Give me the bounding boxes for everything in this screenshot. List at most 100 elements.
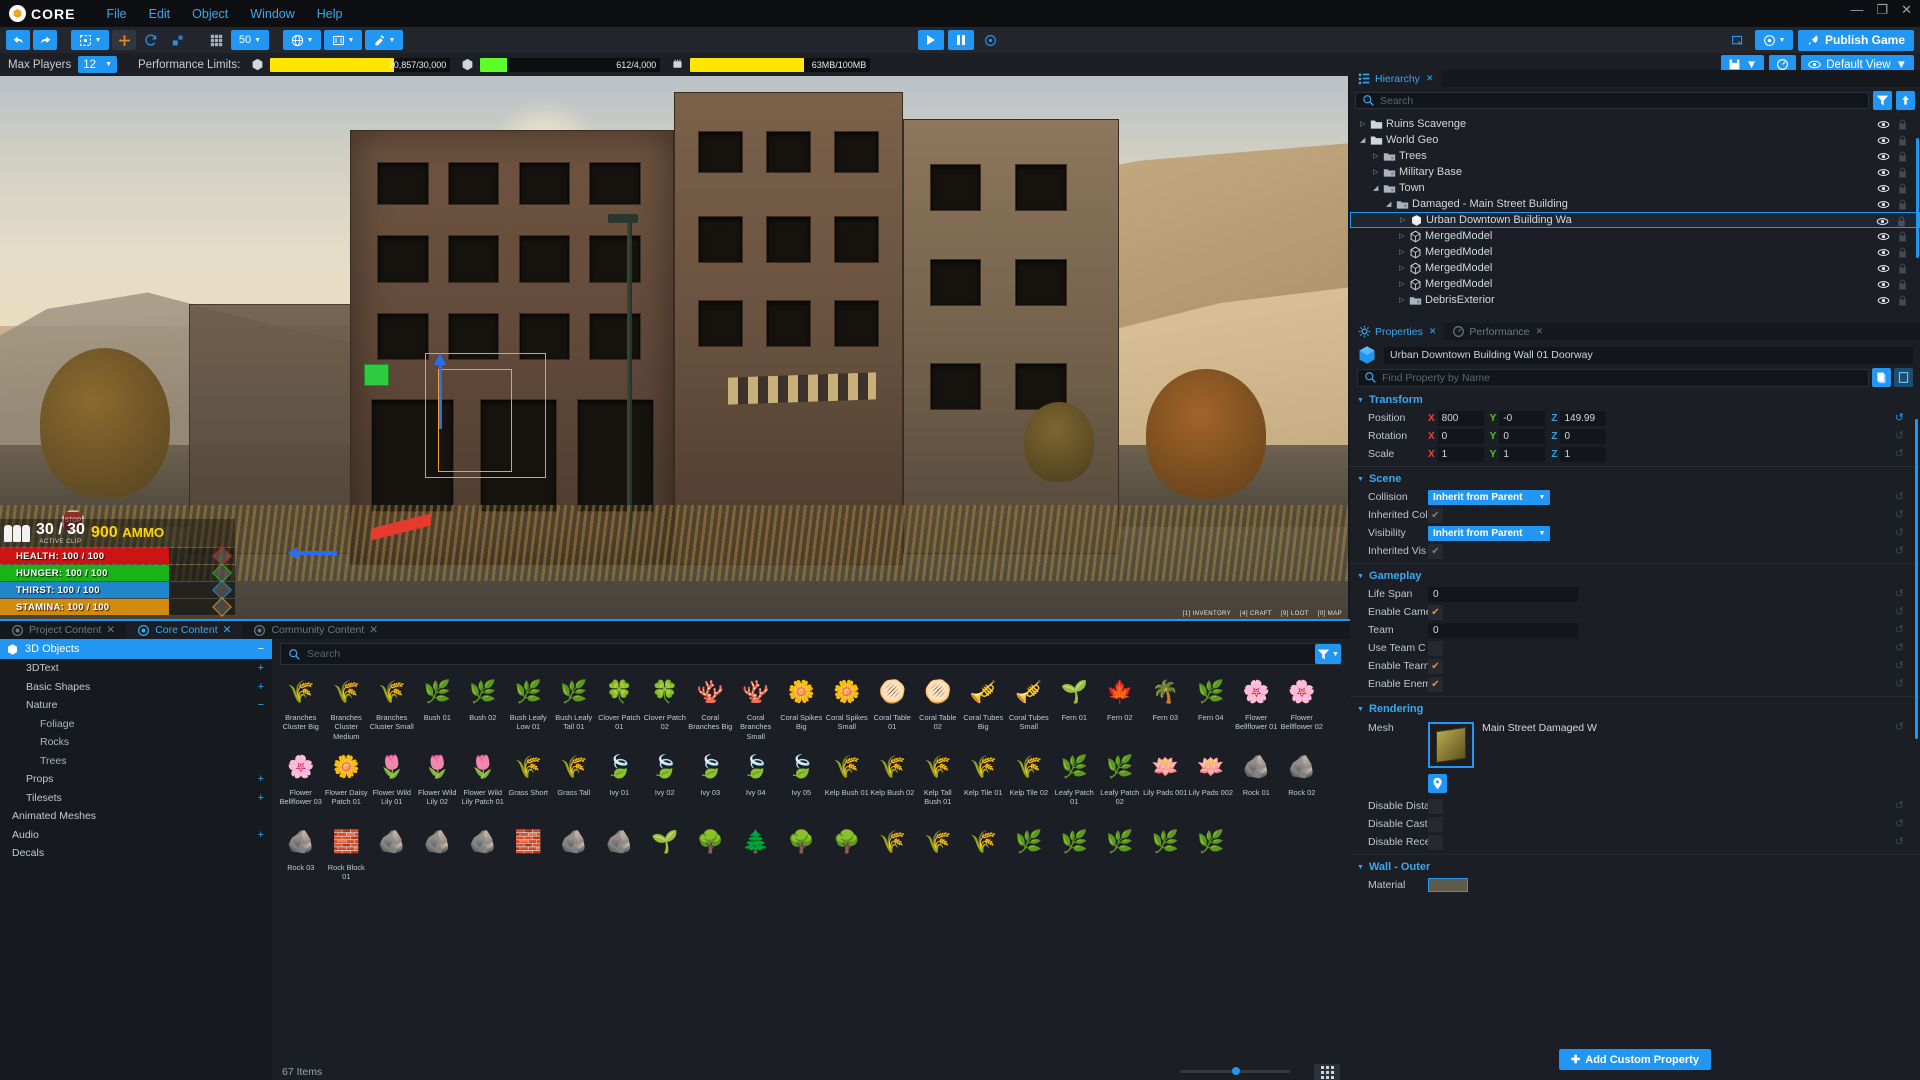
close-icon[interactable]: ✕: [1426, 73, 1434, 84]
close-icon[interactable]: ✕: [1536, 326, 1544, 337]
world-space-button[interactable]: ▼: [283, 30, 321, 50]
enable-came-checkbox[interactable]: ✔: [1428, 604, 1443, 620]
hierarchy-row[interactable]: ▷ MergedModel: [1350, 244, 1920, 260]
asset-tile[interactable]: 🌾 Branches Cluster Big: [278, 669, 324, 744]
main-street-building[interactable]: [350, 130, 674, 565]
reset-icon[interactable]: ↺: [1895, 526, 1904, 539]
chevron-down-icon[interactable]: ◢: [1360, 136, 1369, 144]
copy-icon[interactable]: [1872, 368, 1891, 387]
asset-tile[interactable]: 🌾 Grass Short: [506, 744, 552, 819]
chevron-down-icon[interactable]: ◢: [1373, 184, 1382, 192]
asset-tile[interactable]: 🌾 Kelp Bush 01: [824, 744, 870, 819]
chevron-right-icon[interactable]: ▷: [1399, 280, 1408, 288]
rotation-x-field[interactable]: 0: [1437, 428, 1484, 444]
chevron-right-icon[interactable]: ▷: [1399, 296, 1408, 304]
disable-cast-checkbox[interactable]: [1428, 816, 1443, 832]
sort-upload-icon[interactable]: [1896, 91, 1915, 110]
expand-icon[interactable]: +: [258, 829, 264, 841]
asset-tile[interactable]: 🌾 Branches Cluster Medium: [324, 669, 370, 744]
chevron-right-icon[interactable]: ▷: [1399, 264, 1408, 272]
reset-icon[interactable]: ↺: [1895, 835, 1904, 848]
asset-tile[interactable]: 🪸 Coral Branches Small: [733, 669, 779, 744]
gizmo-axis-z[interactable]: [434, 352, 447, 429]
grid-view-icon[interactable]: [1314, 1064, 1340, 1080]
asset-tile[interactable]: 🪨 Rock 01: [1234, 744, 1280, 819]
category-rocks[interactable]: Rocks: [0, 733, 272, 752]
rotation-y-field[interactable]: 0: [1499, 428, 1546, 444]
category-3dtext[interactable]: 3DText +: [0, 659, 272, 678]
select-mode-button[interactable]: ▼: [71, 30, 109, 50]
asset-tile[interactable]: 🌾: [915, 819, 961, 894]
reset-icon[interactable]: ↺: [1895, 544, 1904, 557]
asset-tile[interactable]: 🍁 Fern 02: [1097, 669, 1143, 744]
mesh-thumbnail[interactable]: [1428, 722, 1474, 768]
paste-icon[interactable]: [1894, 368, 1913, 387]
asset-tile[interactable]: 🍃 Ivy 02: [642, 744, 688, 819]
redo-button[interactable]: [33, 30, 57, 50]
asset-tile[interactable]: 🪨: [369, 819, 415, 894]
hierarchy-search-input[interactable]: Search: [1355, 92, 1869, 109]
asset-tile[interactable]: 🌼 Coral Spikes Small: [824, 669, 870, 744]
scale-y-field[interactable]: 1: [1499, 446, 1546, 462]
asset-tile[interactable]: 🌿: [1052, 819, 1098, 894]
hierarchy-row[interactable]: ▷ Urban Downtown Building Wa: [1350, 212, 1920, 228]
deploy-button[interactable]: ▼: [1754, 30, 1793, 50]
pause-button[interactable]: [948, 30, 974, 50]
asset-tile[interactable]: 🌴 Fern 03: [1143, 669, 1189, 744]
section-wall-outer[interactable]: ▼ Wall - Outer: [1350, 858, 1920, 876]
section-scene[interactable]: ▼ Scene: [1350, 470, 1920, 488]
material-swatch[interactable]: [1428, 878, 1468, 892]
inherited-col-checkbox[interactable]: ✔: [1428, 507, 1443, 523]
category-foliage[interactable]: Foliage: [0, 715, 272, 734]
locate-icon[interactable]: [1428, 774, 1447, 793]
category-decals[interactable]: Decals: [0, 844, 272, 863]
filter-icon[interactable]: [1873, 91, 1892, 110]
undo-button[interactable]: [6, 30, 30, 50]
asset-tile[interactable]: 🍃 Ivy 03: [688, 744, 734, 819]
object-name-field[interactable]: Urban Downtown Building Wall 01 Doorway: [1384, 346, 1913, 364]
hierarchy-row[interactable]: ▷ Ruins Scavenge: [1350, 116, 1920, 132]
asset-tile[interactable]: 🪨: [415, 819, 461, 894]
reset-icon[interactable]: ↺: [1895, 677, 1904, 690]
tab-core-content[interactable]: Core Content ✕: [126, 621, 243, 639]
grid-size-select[interactable]: 50 ▼: [231, 30, 269, 50]
asset-tile[interactable]: 🌳: [779, 819, 825, 894]
scale-tool-button[interactable]: [166, 30, 190, 50]
move-tool-button[interactable]: [112, 30, 136, 50]
asset-search-input[interactable]: Search: [280, 643, 1342, 665]
chevron-down-icon[interactable]: ◢: [1386, 200, 1395, 208]
close-icon[interactable]: ✕: [1429, 326, 1437, 337]
asset-tile[interactable]: 🌳: [824, 819, 870, 894]
asset-tile[interactable]: 🍀 Clover Patch 02: [642, 669, 688, 744]
asset-tile[interactable]: 🌿: [1097, 819, 1143, 894]
asset-tile[interactable]: 🧱 Rock Block 01: [324, 819, 370, 894]
asset-tile[interactable]: 🪨: [551, 819, 597, 894]
asset-tile[interactable]: 🪨 Rock 02: [1279, 744, 1325, 819]
properties-scrollbar[interactable]: [1915, 419, 1918, 739]
close-icon[interactable]: ✕: [223, 624, 232, 636]
asset-tile[interactable]: 🌼 Flower Daisy Patch 01: [324, 744, 370, 819]
reset-icon[interactable]: ↺: [1895, 411, 1904, 424]
asset-tile[interactable]: 🌳: [688, 819, 734, 894]
asset-tile[interactable]: 🌾 Kelp Tile 01: [961, 744, 1007, 819]
publish-game-button[interactable]: Publish Game: [1797, 29, 1914, 51]
hierarchy-row[interactable]: ◢ Damaged - Main Street Building: [1350, 196, 1920, 212]
asset-tile[interactable]: 🌿 Fern 04: [1188, 669, 1234, 744]
asset-tile[interactable]: 🌷 Flower Wild Lily 02: [415, 744, 461, 819]
asset-tile[interactable]: 🌲: [733, 819, 779, 894]
asset-tile[interactable]: 🌾: [870, 819, 916, 894]
chevron-right-icon[interactable]: ▷: [1373, 152, 1382, 160]
3d-viewport[interactable]: STOP 30 / 30 ACTIVE CLIP 900 AMMO HEALTH…: [0, 76, 1348, 619]
tab-properties[interactable]: Properties ✕: [1350, 323, 1445, 340]
screenshot-icon[interactable]: [1726, 30, 1750, 50]
asset-tile[interactable]: 🌿 Bush Leafy Tall 01: [551, 669, 597, 744]
asset-tile[interactable]: 🧱: [506, 819, 552, 894]
asset-tile[interactable]: 🌸 Flower Bellflower 03: [278, 744, 324, 819]
hierarchy-scrollbar[interactable]: [1916, 138, 1919, 258]
asset-tile[interactable]: 🪨: [460, 819, 506, 894]
reset-icon[interactable]: ↺: [1895, 605, 1904, 618]
menu-edit[interactable]: Edit: [138, 3, 182, 25]
chevron-right-icon[interactable]: ▷: [1400, 216, 1409, 224]
category-basic-shapes[interactable]: Basic Shapes +: [0, 678, 272, 697]
asset-tile[interactable]: 🌿: [1188, 819, 1234, 894]
